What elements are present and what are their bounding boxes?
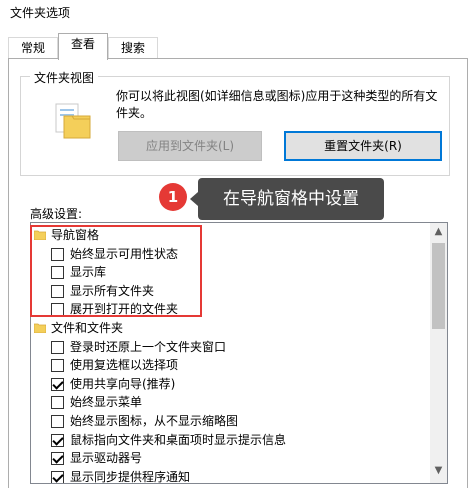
tab-bar: 常规 查看 搜索 xyxy=(8,33,468,60)
checkbox-label: 始终显示可用性状态 xyxy=(70,246,179,261)
advanced-settings-tree[interactable]: ▲ ▼ 导航窗格始终显示可用性状态 显示库显示所有文件夹展开到打开的文件夹文件和文… xyxy=(30,222,448,484)
checkbox[interactable] xyxy=(51,377,64,391)
checkbox-label: 使用复选框以选择项 xyxy=(70,358,179,373)
checkbox-label: 始终显示图标，从不显示缩略图 xyxy=(70,414,239,428)
tree-folder-label: 导航窗格 xyxy=(51,228,100,242)
tab-view[interactable]: 查看 xyxy=(58,33,108,60)
checkbox[interactable] xyxy=(51,470,64,483)
checkbox[interactable] xyxy=(51,452,64,466)
scroll-up-icon[interactable]: ▲ xyxy=(430,223,447,240)
folder-views-label: 文件夹视图 xyxy=(30,69,99,86)
folder-icon xyxy=(34,230,46,240)
tree-scrollbar[interactable]: ▲ ▼ xyxy=(430,223,447,483)
checkbox-label: 使用共享向导(推荐) xyxy=(70,376,176,391)
checkbox-label: 显示所有文件夹 xyxy=(70,283,155,298)
checkbox-label: 显示驱动器号 xyxy=(70,451,143,466)
checkbox[interactable] xyxy=(51,303,64,317)
checkbox[interactable] xyxy=(51,340,64,354)
checkbox[interactable] xyxy=(51,433,64,447)
checkbox[interactable] xyxy=(51,359,64,373)
checkbox[interactable] xyxy=(51,396,64,410)
apply-to-folders-button[interactable]: 应用到文件夹(L) xyxy=(118,131,262,161)
scroll-down-icon[interactable]: ▼ xyxy=(430,462,447,479)
checkbox-label: 显示库 xyxy=(70,265,107,280)
checkbox-label: 始终显示菜单 xyxy=(70,395,143,410)
checkbox[interactable] xyxy=(51,415,64,428)
reset-folders-button[interactable]: 重置文件夹(R) xyxy=(284,131,442,161)
scroll-thumb[interactable] xyxy=(432,243,445,329)
folder-views-description: 你可以将此视图(如详细信息或图标)应用于这种类型的所有文件夹。 xyxy=(116,89,438,120)
checkbox[interactable] xyxy=(51,266,64,280)
window-title: 文件夹选项 xyxy=(10,6,71,20)
checkbox-label: 鼠标指向文件夹和桌面项时显示提示信息 xyxy=(70,432,287,447)
tree-folder-label: 文件和文件夹 xyxy=(51,321,124,335)
tab-general[interactable]: 常规 xyxy=(8,37,58,59)
advanced-settings-label: 高级设置: xyxy=(30,207,83,221)
checkbox[interactable] xyxy=(51,284,64,298)
callout-number-badge: 1 xyxy=(159,183,187,211)
callout-text: 在导航窗格中设置 xyxy=(190,178,384,220)
checkbox-label: 展开到打开的文件夹 xyxy=(70,302,179,317)
checkbox[interactable] xyxy=(51,247,64,261)
folder-icon xyxy=(34,323,46,333)
folder-views-icon xyxy=(55,103,91,139)
checkbox-label: 登录时还原上一个文件夹窗口 xyxy=(70,339,227,354)
checkbox-label: 显示同步提供程序通知 xyxy=(70,469,191,484)
tab-search[interactable]: 搜索 xyxy=(108,37,158,59)
